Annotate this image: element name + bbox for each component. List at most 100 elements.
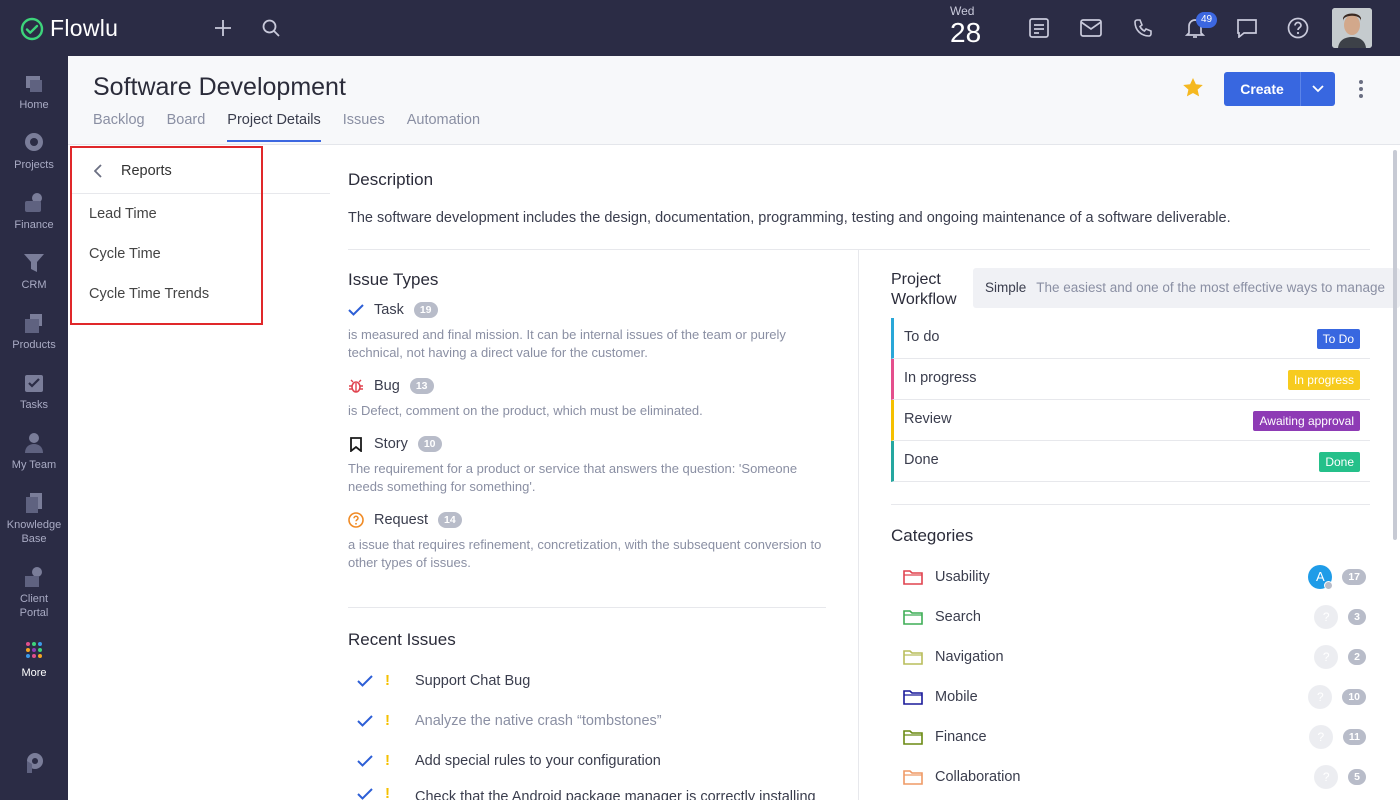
priority-icon: ! bbox=[385, 672, 390, 689]
issue-type-task[interactable]: Task 19 bbox=[348, 302, 438, 318]
unassigned-avatar[interactable]: ? bbox=[1314, 645, 1339, 669]
workflow-type-description: The easiest and one of the most effectiv… bbox=[1036, 280, 1385, 295]
brand-icon bbox=[27, 753, 43, 773]
category-collaboration[interactable]: Collaboration ? 5 bbox=[903, 765, 1366, 789]
stage-tag: To Do bbox=[1316, 329, 1360, 349]
nav-tasks[interactable]: Tasks bbox=[0, 372, 68, 412]
count-badge: 10 bbox=[417, 436, 442, 452]
tab-project-details[interactable]: Project Details bbox=[227, 112, 322, 142]
home-icon bbox=[26, 76, 42, 92]
stage-name: To do bbox=[904, 329, 940, 345]
issue-type-name: Task bbox=[374, 302, 404, 318]
favorite-star-icon[interactable] bbox=[1181, 76, 1205, 100]
projects-icon bbox=[25, 133, 43, 151]
search-icon[interactable] bbox=[257, 14, 285, 42]
unassigned-avatar[interactable]: ? bbox=[1308, 685, 1333, 709]
create-button[interactable]: Create bbox=[1224, 72, 1335, 106]
count-badge: 13 bbox=[409, 378, 434, 394]
priority-icon: ! bbox=[385, 712, 390, 729]
category-name: Navigation bbox=[935, 649, 1004, 665]
divider bbox=[348, 607, 826, 608]
issue-type-description: is Defect, comment on the product, which… bbox=[348, 403, 703, 418]
recent-issue-item[interactable]: ! Check that the Android package manager… bbox=[357, 788, 827, 800]
nav-crm[interactable]: CRM bbox=[0, 252, 68, 292]
check-icon bbox=[357, 714, 373, 727]
mail-icon[interactable] bbox=[1077, 14, 1105, 42]
app-logo[interactable]: Flowlu bbox=[20, 15, 118, 42]
recent-issue-title: Add special rules to your configuration bbox=[415, 752, 661, 769]
category-usability[interactable]: Usability A 17 bbox=[903, 565, 1366, 590]
chevron-left-icon[interactable] bbox=[94, 163, 103, 178]
issue-type-name: Request bbox=[374, 512, 429, 528]
tab-backlog[interactable]: Backlog bbox=[93, 112, 145, 142]
category-search[interactable]: Search ? 3 bbox=[903, 605, 1366, 629]
chat-icon[interactable] bbox=[1233, 14, 1261, 42]
workflow-stage-in-progress[interactable]: In progress In progress bbox=[891, 359, 1370, 400]
reports-panel: Reports Lead Time Cycle Time Cycle Time … bbox=[70, 146, 263, 325]
workflow-stage-review[interactable]: Review Awaiting approval bbox=[891, 400, 1370, 441]
plus-icon[interactable] bbox=[209, 14, 237, 42]
nav-projects[interactable]: Projects bbox=[0, 132, 68, 172]
issue-type-story[interactable]: Story 10 bbox=[348, 436, 442, 452]
tab-automation[interactable]: Automation bbox=[407, 112, 480, 142]
notes-icon[interactable] bbox=[1025, 14, 1053, 42]
count-badge: 14 bbox=[438, 512, 462, 528]
recent-issue-item[interactable]: ! Analyze the native crash “tombstones” bbox=[357, 712, 662, 729]
workflow-stage-todo[interactable]: To do To Do bbox=[891, 318, 1370, 359]
workflow-title: Project Workflow bbox=[891, 271, 957, 308]
issue-type-request[interactable]: Request 14 bbox=[348, 512, 462, 528]
count-badge: 3 bbox=[1348, 609, 1366, 625]
tab-board[interactable]: Board bbox=[167, 112, 206, 142]
category-name: Search bbox=[935, 609, 981, 625]
priority-icon: ! bbox=[385, 752, 390, 769]
category-navigation[interactable]: Navigation ? 2 bbox=[903, 645, 1366, 669]
products-icon bbox=[25, 314, 42, 333]
recent-issue-item[interactable]: ! Support Chat Bug bbox=[357, 672, 530, 689]
folder-icon bbox=[903, 730, 923, 745]
unassigned-avatar[interactable]: ? bbox=[1314, 605, 1339, 629]
check-icon bbox=[357, 674, 373, 687]
date-widget[interactable]: Wed 28 bbox=[950, 4, 981, 48]
description-title: Description bbox=[348, 170, 434, 189]
recent-issues-title: Recent Issues bbox=[348, 630, 456, 649]
report-lead-time[interactable]: Lead Time bbox=[72, 194, 261, 234]
column-divider bbox=[858, 250, 859, 800]
phone-icon[interactable] bbox=[1129, 14, 1157, 42]
folder-icon bbox=[903, 570, 923, 585]
user-avatar[interactable] bbox=[1332, 8, 1372, 48]
date-day: Wed bbox=[950, 4, 975, 18]
more-options-icon[interactable] bbox=[1358, 79, 1364, 99]
nav-my-team[interactable]: My Team bbox=[0, 432, 68, 472]
category-finance[interactable]: Finance ? 11 bbox=[903, 725, 1366, 749]
assignee-avatar[interactable]: A bbox=[1308, 565, 1334, 590]
count-badge: 19 bbox=[413, 302, 438, 318]
nav-more[interactable]: More bbox=[0, 640, 68, 680]
nav-finance[interactable]: Finance bbox=[0, 192, 68, 232]
folder-icon bbox=[903, 770, 923, 785]
tab-issues[interactable]: Issues bbox=[343, 112, 385, 142]
create-dropdown-toggle[interactable] bbox=[1301, 72, 1335, 106]
report-cycle-time-trends[interactable]: Cycle Time Trends bbox=[72, 274, 261, 314]
nav-products[interactable]: Products bbox=[0, 312, 68, 352]
help-icon[interactable] bbox=[1284, 14, 1312, 42]
reports-header[interactable]: Reports bbox=[72, 148, 261, 194]
issue-type-bug[interactable]: Bug 13 bbox=[348, 378, 434, 394]
workflow-stage-done[interactable]: Done Done bbox=[891, 441, 1370, 482]
stage-tag: Done bbox=[1319, 452, 1360, 472]
workflow-type[interactable]: Simple The easiest and one of the most ef… bbox=[973, 268, 1400, 308]
unassigned-avatar[interactable]: ? bbox=[1314, 765, 1339, 789]
recent-issue-item[interactable]: ! Add special rules to your configuratio… bbox=[357, 752, 661, 769]
category-name: Usability bbox=[935, 569, 990, 585]
recent-issue-title: Check that the Android package manager i… bbox=[415, 789, 816, 800]
nav-home[interactable]: Home bbox=[0, 72, 68, 112]
category-mobile[interactable]: Mobile ? 10 bbox=[903, 685, 1366, 709]
client-portal-icon bbox=[25, 567, 42, 587]
nav-knowledge-base[interactable]: Knowledge Base bbox=[0, 492, 68, 546]
nav-client-portal[interactable]: Client Portal bbox=[0, 566, 68, 620]
report-cycle-time[interactable]: Cycle Time bbox=[72, 234, 261, 274]
unassigned-avatar[interactable]: ? bbox=[1308, 725, 1333, 749]
finance-icon bbox=[25, 193, 42, 212]
scrollbar[interactable] bbox=[1393, 150, 1397, 540]
nav-flowlu-brand[interactable] bbox=[0, 752, 68, 778]
categories-title: Categories bbox=[891, 526, 974, 545]
